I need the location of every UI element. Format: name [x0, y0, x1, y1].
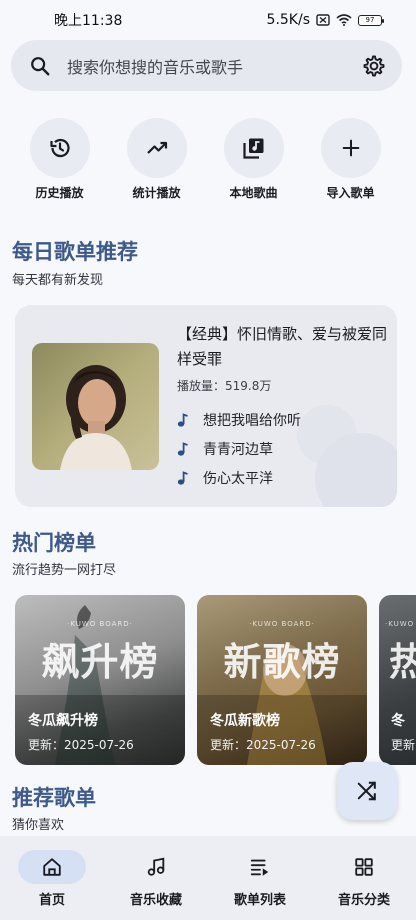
status-time: 晚上11:38	[54, 13, 123, 29]
song-title: 青青河边草	[203, 441, 273, 458]
quick-stats[interactable]: 统计播放	[108, 118, 205, 201]
song-list: 想把我唱给你听 青青河边草 伤心太平洋	[177, 405, 301, 492]
quick-actions: 历史播放 统计播放 本地歌曲 导入歌单	[0, 118, 416, 201]
chart-update-date: 更新：2025-07-26	[28, 738, 134, 752]
history-icon	[49, 138, 70, 158]
playlist-title[interactable]: 【经典】怀旧情歌、爱与被爱同样受罪	[177, 322, 387, 372]
recommend-section-subtitle: 猜你喜欢	[12, 818, 65, 833]
nav-favorites[interactable]: 音乐收藏	[104, 836, 208, 920]
import-button[interactable]	[320, 118, 381, 178]
nav-categories-label: 音乐分类	[337, 893, 390, 908]
recommend-section-title: 推荐歌单	[12, 786, 96, 810]
charts-section-title: 热门榜单	[12, 531, 96, 555]
queue-list-icon	[250, 859, 269, 876]
charts-section-subtitle: 流行趋势一网打尽	[12, 563, 117, 578]
song-title: 伤心太平洋	[203, 470, 273, 487]
daily-playlist-card[interactable]: 【经典】怀旧情歌、爱与被爱同样受罪 播放量：519.8万 想把我唱给你听 青青河…	[15, 305, 397, 507]
sim-off-icon	[316, 14, 330, 26]
playlist-cover-image[interactable]	[32, 343, 159, 470]
daily-section-title: 每日歌单推荐	[12, 240, 138, 264]
song-item[interactable]: 伤心太平洋	[177, 463, 301, 492]
wifi-icon	[336, 14, 352, 26]
chart-brand: ·KUWO BOARD·	[67, 620, 133, 628]
plus-icon	[342, 139, 359, 157]
daily-section-subtitle: 每天都有新发现	[12, 273, 104, 288]
trending-icon	[146, 141, 167, 154]
chart-name: 冬瓜飙升榜	[28, 713, 98, 729]
charts-carousel[interactable]: ·KUWO BOARD· 飙升榜 冬瓜飙升榜 更新：2025-07-26 ·KU…	[15, 595, 416, 765]
search-icon[interactable]	[29, 55, 51, 77]
chart-card-new[interactable]: ·KUWO BOARD· 新歌榜 冬瓜新歌榜 更新：2025-07-26	[197, 595, 367, 765]
nav-home-label: 首页	[38, 893, 65, 908]
song-title: 想把我唱给你听	[203, 412, 301, 429]
battery-icon: 97	[358, 14, 384, 26]
play-count: 播放量：519.8万	[177, 379, 272, 393]
bottom-navigation: 首页 音乐收藏 歌单列表 音乐分类	[0, 836, 416, 920]
nav-favorites-label: 音乐收藏	[129, 893, 182, 908]
portrait-illustration	[32, 343, 159, 470]
nav-favorites-indicator[interactable]	[122, 850, 190, 884]
status-icons: 5.5K/s 97	[266, 12, 384, 28]
nav-categories[interactable]: 音乐分类	[312, 836, 416, 920]
home-icon	[43, 858, 61, 876]
chart-card-hot[interactable]: ·KUWO BOARD· 热 冬 更新	[379, 595, 416, 765]
chart-update-date: 更新	[391, 738, 416, 752]
chart-brand: ·KUWO BOARD·	[249, 620, 315, 628]
shuffle-button[interactable]	[337, 762, 397, 820]
music-note-icon	[177, 441, 203, 456]
chart-brand: ·KUWO BOARD·	[385, 620, 416, 628]
shuffle-icon	[357, 781, 376, 801]
battery-level: 97	[365, 16, 375, 24]
nav-playlists-indicator[interactable]	[226, 850, 294, 884]
quick-local-label: 本地歌曲	[229, 186, 278, 200]
local-songs-button[interactable]	[223, 118, 284, 178]
chart-name: 冬	[391, 713, 405, 729]
library-music-icon	[242, 138, 263, 159]
music-note-icon	[147, 857, 165, 876]
quick-import-label: 导入歌单	[326, 186, 375, 200]
quick-local[interactable]: 本地歌曲	[205, 118, 302, 201]
grid-icon	[355, 858, 373, 876]
quick-history-label: 历史播放	[35, 186, 84, 200]
history-button[interactable]	[29, 118, 90, 178]
song-item[interactable]: 青青河边草	[177, 434, 301, 463]
music-note-icon	[177, 412, 203, 427]
search-placeholder[interactable]: 搜索你想搜的音乐或歌手	[67, 54, 362, 78]
quick-import[interactable]: 导入歌单	[302, 118, 399, 201]
chart-name: 冬瓜新歌榜	[210, 713, 280, 729]
status-bar: 晚上11:38 5.5K/s 97	[0, 0, 416, 40]
quick-stats-label: 统计播放	[132, 186, 181, 200]
nav-home[interactable]: 首页	[0, 836, 104, 920]
music-note-icon	[177, 470, 203, 485]
nav-categories-indicator[interactable]	[330, 850, 398, 884]
nav-playlists[interactable]: 歌单列表	[208, 836, 312, 920]
quick-history[interactable]: 历史播放	[11, 118, 108, 201]
chart-big-title: 飙升榜	[41, 640, 159, 684]
search-bar[interactable]: 搜索你想搜的音乐或歌手	[11, 40, 402, 91]
chart-card-rising[interactable]: ·KUWO BOARD· 飙升榜 冬瓜飙升榜 更新：2025-07-26	[15, 595, 185, 765]
chart-big-title: 热	[389, 640, 416, 684]
song-item[interactable]: 想把我唱给你听	[177, 405, 301, 434]
stats-button[interactable]	[126, 118, 187, 178]
nav-home-indicator[interactable]	[18, 850, 86, 884]
gear-icon[interactable]	[362, 54, 386, 78]
chart-big-title: 新歌榜	[223, 640, 341, 684]
chart-update-date: 更新：2025-07-26	[210, 738, 316, 752]
network-speed: 5.5K/s	[266, 12, 310, 28]
nav-playlists-label: 歌单列表	[233, 893, 286, 908]
